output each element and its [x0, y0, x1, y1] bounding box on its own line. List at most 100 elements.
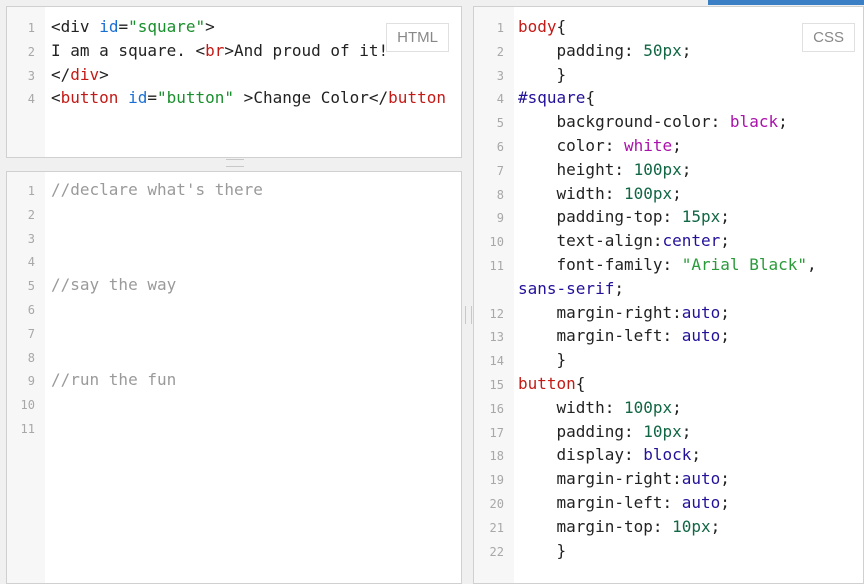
code-token: 100px	[623, 397, 673, 417]
code-text: padding-top: 15px;	[518, 207, 730, 226]
css-label-badge: CSS	[802, 23, 855, 52]
code-token: 10px	[672, 516, 711, 536]
line-number: 3	[496, 68, 504, 83]
code-token: }	[518, 540, 567, 560]
code-line[interactable]: 8	[7, 345, 461, 369]
code-line[interactable]: 5 //say the way	[7, 273, 461, 297]
code-line[interactable]: 7	[7, 321, 461, 345]
code-token: auto	[681, 469, 721, 489]
code-line[interactable]: 11 font-family: "Arial Black",	[474, 253, 863, 277]
code-token: button	[518, 373, 576, 393]
line-number: 7	[27, 326, 35, 341]
code-token: color:	[518, 135, 624, 155]
code-line[interactable]: 17 padding: 10px;	[474, 420, 863, 444]
code-token: 10px	[643, 421, 682, 441]
code-token: ;	[710, 516, 721, 536]
code-token: //declare what's there	[51, 180, 263, 199]
code-text: I am a square. <br>And proud of it!	[51, 41, 388, 60]
code-line[interactable]: 15 button{	[474, 372, 863, 396]
code-text: }	[518, 65, 567, 84]
code-line[interactable]: 6	[7, 297, 461, 321]
code-line[interactable]: 21 margin-top: 10px;	[474, 515, 863, 539]
code-token: padding-top:	[518, 207, 682, 227]
code-line[interactable]: 4 #square{	[474, 86, 863, 110]
code-token: id	[128, 88, 148, 108]
code-line[interactable]: 8 width: 100px;	[474, 182, 863, 206]
code-line[interactable]: 22 }	[474, 539, 863, 563]
code-token: ;	[778, 112, 788, 132]
code-token: background-color:	[518, 112, 730, 132]
code-token: height:	[518, 159, 634, 179]
code-line[interactable]: 13 margin-left: auto;	[474, 324, 863, 348]
code-token: margin-left:	[518, 492, 682, 512]
code-line[interactable]: 16 width: 100px;	[474, 396, 863, 420]
code-line[interactable]: 9 //run the fun	[7, 368, 461, 392]
code-line[interactable]: sans-serif;	[474, 277, 863, 301]
code-line[interactable]: 10 text-align:center;	[474, 229, 863, 253]
code-token: black	[729, 112, 779, 132]
line-number: 13	[489, 330, 504, 345]
code-line[interactable]: 18 display: block;	[474, 443, 863, 467]
code-token: padding:	[518, 421, 644, 441]
vertical-resize-handle[interactable]	[465, 306, 472, 324]
code-token: id	[99, 17, 119, 36]
code-text: //declare what's there	[51, 180, 263, 199]
line-number: 4	[496, 92, 504, 107]
code-token: center	[662, 231, 721, 251]
line-number: 22	[489, 544, 504, 559]
line-number: 5	[27, 279, 35, 294]
code-token: <	[51, 17, 61, 36]
horizontal-resize-handle[interactable]	[226, 159, 244, 167]
code-token: ;	[672, 183, 682, 203]
code-line[interactable]: 14 }	[474, 348, 863, 372]
line-number: 4	[27, 92, 35, 107]
code-line[interactable]: 5 background-color: black;	[474, 110, 863, 134]
code-text: sans-serif;	[518, 279, 624, 298]
code-line[interactable]: 11	[7, 416, 461, 440]
line-number: 17	[489, 425, 504, 440]
code-token: 100px	[633, 159, 682, 179]
line-number: 4	[27, 255, 35, 270]
code-line[interactable]: 12 margin-right:auto;	[474, 301, 863, 325]
code-line[interactable]: 9 padding-top: 15px;	[474, 205, 863, 229]
code-token: {	[585, 88, 596, 108]
css-editor-panel[interactable]: 1 body{2 padding: 50px; 3 } 4 #square{5 back…	[473, 6, 864, 584]
code-token: "square"	[128, 17, 206, 36]
code-token: ;	[681, 421, 692, 441]
code-text: text-align:center;	[518, 231, 730, 250]
code-token: {	[575, 373, 586, 393]
code-line[interactable]: 3	[7, 226, 461, 250]
code-token: text-align:	[518, 231, 663, 251]
code-token: ,	[807, 254, 817, 274]
code-text: padding: 50px;	[518, 41, 692, 60]
code-line[interactable]: 1 //declare what's there	[7, 178, 461, 202]
line-number: 2	[27, 207, 35, 222]
code-line[interactable]: 20 margin-left: auto;	[474, 491, 863, 515]
code-token: button	[60, 88, 119, 108]
code-line[interactable]: 4 <button id="button" >Change Color</butt…	[7, 86, 461, 110]
code-line[interactable]: 2	[7, 202, 461, 226]
code-token: div	[60, 17, 90, 36]
line-number: 8	[27, 350, 35, 365]
code-line[interactable]: 3 }	[474, 63, 863, 87]
code-line[interactable]: 3 </div>	[7, 63, 461, 87]
code-token: I am a square. <	[51, 40, 206, 60]
code-line[interactable]: 10	[7, 392, 461, 416]
code-token: auto	[681, 326, 721, 346]
line-number: 20	[489, 496, 504, 511]
html-editor-panel[interactable]: 1 <div id="square"> 2 I am a square. <br>An…	[6, 6, 462, 158]
code-token: >	[205, 17, 215, 36]
line-number: 10	[20, 398, 35, 413]
code-line[interactable]: 7 height: 100px;	[474, 158, 863, 182]
code-line[interactable]: 4	[7, 249, 461, 273]
code-token: ;	[720, 469, 730, 489]
line-number: 6	[496, 139, 504, 154]
code-token: width:	[518, 183, 624, 203]
code-line[interactable]: 19 margin-right:auto;	[474, 467, 863, 491]
code-token: ;	[720, 207, 730, 227]
code-line[interactable]: 6 color: white;	[474, 134, 863, 158]
js-editor-panel[interactable]: 1 //declare what's there 2 3 4 5 //say the way…	[6, 171, 462, 584]
code-token: ;	[691, 445, 702, 465]
code-text: width: 100px;	[518, 398, 682, 417]
